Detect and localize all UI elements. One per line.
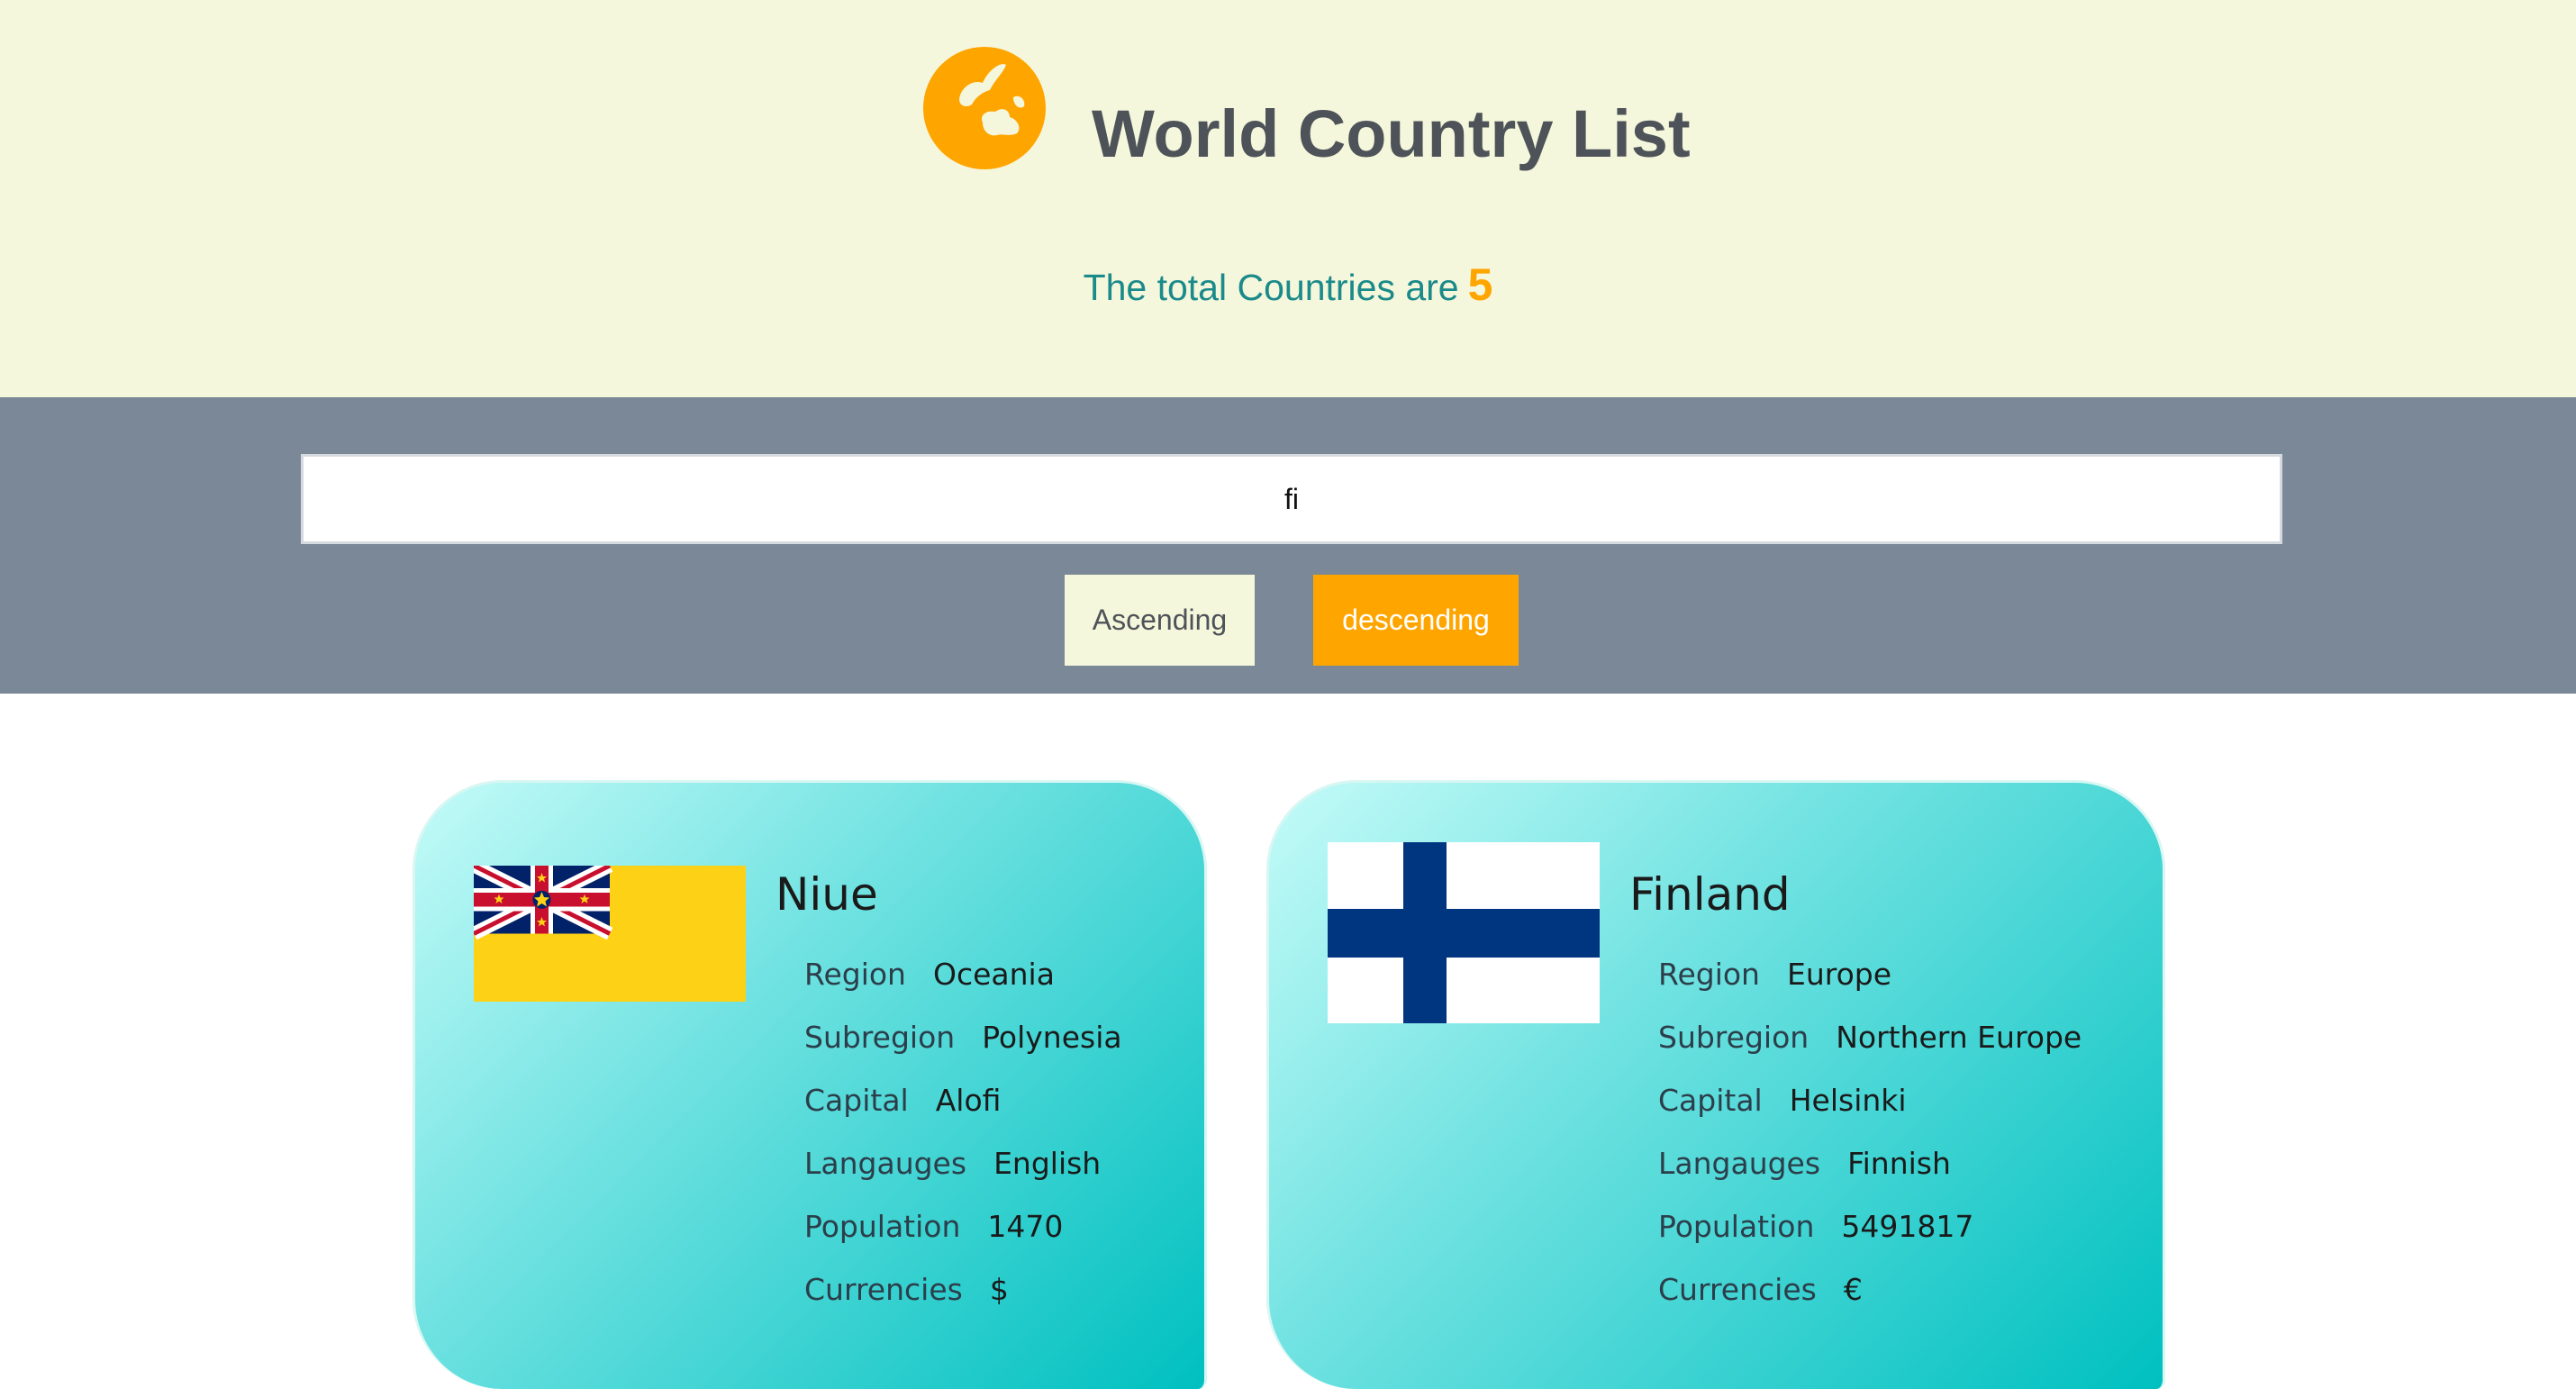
info-label: Population (1658, 1209, 1815, 1244)
info-value: Oceania (932, 957, 1055, 992)
info-value: Alofi (935, 1083, 1002, 1118)
country-name: Niue (776, 868, 878, 921)
info-value: Europe (1786, 957, 1892, 992)
info-label: Region (804, 957, 906, 992)
info-row-currencies: Currencies $ (804, 1258, 1122, 1321)
info-label: Subregion (1658, 1020, 1810, 1055)
total-label: The total Countries are (1083, 267, 1459, 308)
globe-icon (923, 47, 1046, 169)
info-value: Helsinki (1789, 1083, 1907, 1118)
info-value: $ (989, 1272, 1009, 1307)
info-row-region: Region Oceania (804, 943, 1122, 1006)
descending-button[interactable]: descending (1313, 575, 1519, 666)
info-row-subregion: Subregion Polynesia (804, 1006, 1122, 1069)
country-info-list: Region Oceania Subregion Polynesia Capital… (804, 943, 1122, 1321)
info-value: Finnish (1847, 1146, 1951, 1181)
country-card: Niue Region Oceania Subregion Polynesia Ca… (413, 780, 1207, 1389)
info-label: Population (804, 1209, 961, 1244)
info-label: Currencies (804, 1272, 963, 1307)
search-input[interactable] (301, 454, 2282, 544)
page-title: World Country List (1092, 96, 1691, 171)
info-label: Capital (804, 1083, 909, 1118)
info-row-population: Population 1470 (804, 1195, 1122, 1258)
info-label: Region (1658, 957, 1760, 992)
info-row-region: Region Europe (1658, 943, 2082, 1006)
info-value: Polynesia (982, 1020, 1122, 1055)
info-row-subregion: Subregion Northern Europe (1658, 1006, 2082, 1069)
total-countries: The total Countries are 5 (0, 258, 2576, 314)
info-value: English (993, 1146, 1102, 1181)
info-value: € (1843, 1272, 1863, 1307)
info-row-capital: Capital Helsinki (1658, 1069, 2082, 1132)
country-info-list: Region Europe Subregion Northern Europe Ca… (1658, 943, 2082, 1321)
info-label: Langauges (804, 1146, 967, 1181)
controls-bar: Ascending descending (0, 397, 2576, 694)
total-count: 5 (1467, 259, 1493, 310)
info-value: 5491817 (1841, 1209, 1974, 1244)
info-row-languages: Langauges Finnish (1658, 1132, 2082, 1195)
info-value: 1470 (987, 1209, 1064, 1244)
info-label: Currencies (1658, 1272, 1817, 1307)
niue-flag-icon (474, 866, 746, 1002)
header: World Country List The total Countries a… (0, 0, 2576, 397)
info-label: Langauges (1658, 1146, 1821, 1181)
info-row-population: Population 5491817 (1658, 1195, 2082, 1258)
country-name: Finland (1629, 868, 1791, 921)
info-row-languages: Langauges English (804, 1132, 1122, 1195)
info-row-capital: Capital Alofi (804, 1069, 1122, 1132)
country-card: Finland Region Europe Subregion Northern E… (1266, 780, 2165, 1389)
info-value: Northern Europe (1836, 1020, 2082, 1055)
ascending-button[interactable]: Ascending (1065, 575, 1255, 666)
finland-flag-icon (1328, 842, 1600, 1023)
info-label: Capital (1658, 1083, 1763, 1118)
info-row-currencies: Currencies € (1658, 1258, 2082, 1321)
info-label: Subregion (804, 1020, 956, 1055)
